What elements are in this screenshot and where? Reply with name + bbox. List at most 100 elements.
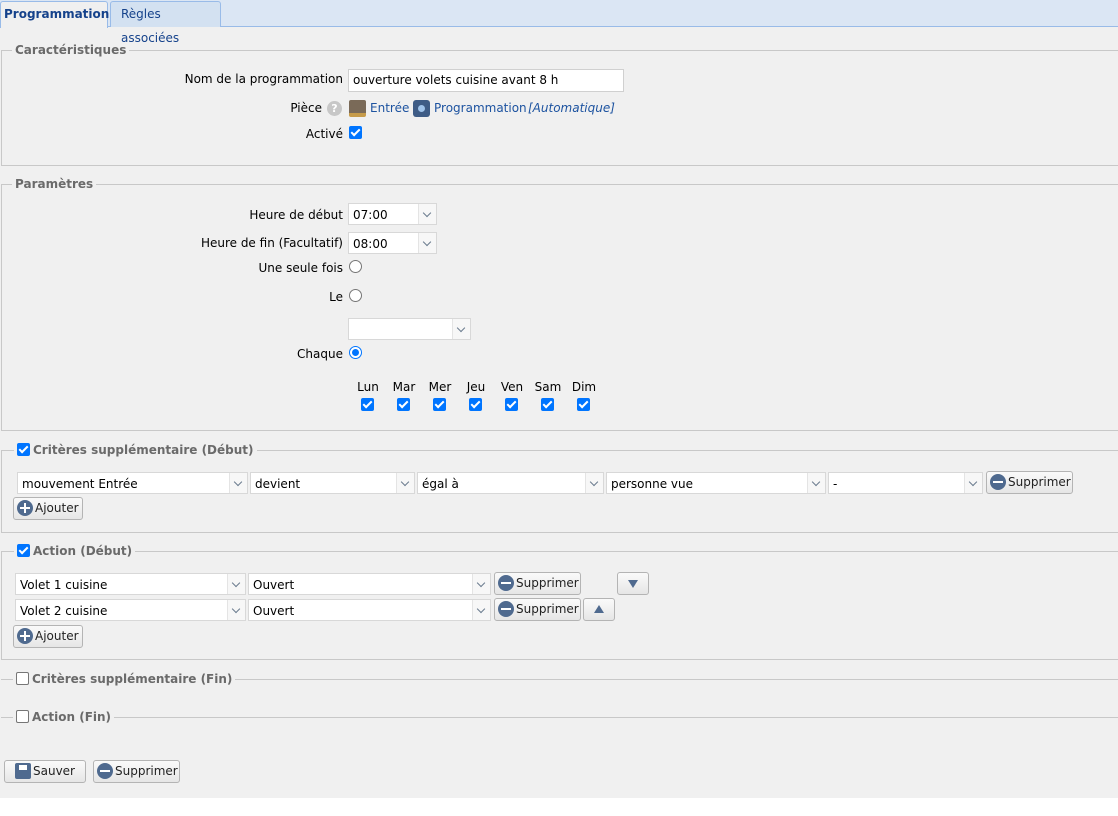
minus-circle-icon (990, 474, 1006, 490)
action-device-select[interactable]: Volet 1 cuisine (15, 573, 246, 595)
fieldset-action-fin: Action (Fin) (1, 709, 1118, 725)
piece-mode-text: [Automatique] (528, 101, 615, 115)
piece-label: Pièce (290, 101, 322, 115)
delete-program-button[interactable]: Supprimer (93, 760, 180, 783)
critere-device-value: mouvement Entrée (22, 477, 138, 491)
action-fin-checkbox[interactable] (16, 710, 29, 723)
une-seule-fois-label: Une seule fois (258, 261, 343, 275)
criteres-fin-legend: Critères supplémentaire (Fin) (13, 671, 236, 687)
nom-input[interactable]: ouverture volets cuisine avant 8 h (348, 69, 624, 92)
critere-add-label: Ajouter (35, 501, 79, 515)
action-delete-button[interactable]: Supprimer (494, 572, 581, 595)
parametres-legend: Paramètres (12, 176, 97, 192)
floppy-disk-icon (15, 763, 31, 779)
heure-fin-label: Heure de fin (Facultatif) (200, 236, 343, 250)
action-fin-legend: Action (Fin) (13, 709, 115, 725)
chevron-down-icon[interactable] (396, 473, 414, 493)
tab-regles-associees[interactable]: Règles associées (110, 1, 221, 45)
day-jeu-checkbox[interactable] (469, 398, 482, 411)
minus-circle-icon (97, 763, 113, 779)
criteres-debut-checkbox[interactable] (17, 443, 30, 456)
critere-value-select[interactable]: personne vue (606, 472, 826, 494)
piece-room-link[interactable]: Entrée (370, 101, 409, 115)
critere-delete-button[interactable]: Supprimer (986, 471, 1073, 494)
chevron-down-icon[interactable] (472, 600, 490, 620)
day-mer-checkbox[interactable] (433, 398, 446, 411)
day-label: Jeu (466, 380, 486, 394)
criteres-fin-checkbox[interactable] (16, 672, 29, 685)
chevron-down-icon[interactable] (807, 473, 825, 493)
action-delete-label: Supprimer (516, 602, 579, 616)
action-state-select[interactable]: Ouvert (248, 573, 491, 595)
tab-bar: Programmation Règles associées (0, 0, 1118, 45)
critere-extra-value: - (833, 477, 838, 491)
move-down-button[interactable] (617, 572, 649, 595)
critere-event-select[interactable]: devient (250, 472, 415, 494)
save-label: Sauver (33, 764, 75, 778)
help-icon[interactable]: ? (327, 101, 342, 116)
action-add-button[interactable]: Ajouter (13, 625, 83, 648)
day-ven-checkbox[interactable] (505, 398, 518, 411)
criteres-fin-title: Critères supplémentaire (Fin) (32, 672, 233, 686)
piece-type-link[interactable]: Programmation (434, 101, 527, 115)
action-device-value: Volet 2 cuisine (20, 604, 108, 618)
chevron-down-icon[interactable] (418, 233, 436, 253)
critere-operator-select[interactable]: égal à (417, 472, 604, 494)
room-entree-icon (349, 100, 366, 117)
arrow-up-icon (594, 605, 604, 613)
chaque-radio[interactable] (349, 346, 362, 359)
heure-debut-value: 07:00 (353, 208, 388, 222)
chevron-down-icon[interactable] (227, 574, 245, 594)
le-date-select[interactable] (348, 318, 471, 340)
chevron-down-icon[interactable] (229, 473, 247, 493)
save-button[interactable]: Sauver (4, 760, 86, 783)
day-mar-checkbox[interactable] (397, 398, 410, 411)
action-delete-button[interactable]: Supprimer (494, 598, 581, 621)
chevron-down-icon[interactable] (452, 319, 470, 339)
nom-label: Nom de la programmation (184, 72, 343, 86)
heure-fin-value: 08:00 (353, 237, 388, 251)
action-state-select[interactable]: Ouvert (248, 599, 491, 621)
chevron-down-icon[interactable] (418, 204, 436, 224)
day-dim-checkbox[interactable] (577, 398, 590, 411)
action-device-select[interactable]: Volet 2 cuisine (15, 599, 246, 621)
heure-debut-select[interactable]: 07:00 (348, 203, 437, 225)
plus-circle-icon (17, 500, 33, 516)
action-delete-label: Supprimer (516, 576, 579, 590)
action-fin-title: Action (Fin) (32, 710, 112, 724)
action-debut-checkbox[interactable] (17, 544, 30, 557)
chevron-down-icon[interactable] (964, 473, 982, 493)
le-radio[interactable] (349, 289, 362, 302)
day-label: Lun (357, 380, 379, 394)
critere-event-value: devient (255, 477, 301, 491)
critere-operator-value: égal à (422, 477, 459, 491)
day-label: Dim (571, 380, 597, 394)
arrow-down-icon (628, 580, 638, 588)
day-label: Sam (534, 380, 562, 394)
critere-delete-label: Supprimer (1008, 475, 1071, 489)
chevron-down-icon[interactable] (227, 600, 245, 620)
plus-circle-icon (17, 628, 33, 644)
action-debut-legend: Action (Début) (14, 543, 136, 559)
action-debut-title: Action (Début) (33, 544, 133, 558)
criteres-debut-title: Critères supplémentaire (Début) (33, 443, 254, 457)
caracteristiques-legend: Caractéristiques (12, 42, 130, 58)
critere-add-button[interactable]: Ajouter (13, 497, 83, 520)
active-checkbox[interactable] (349, 126, 362, 139)
day-sam-checkbox[interactable] (541, 398, 554, 411)
critere-value-value: personne vue (611, 477, 694, 491)
une-seule-fois-radio[interactable] (349, 260, 362, 273)
action-add-label: Ajouter (35, 629, 79, 643)
heure-fin-select[interactable]: 08:00 (348, 232, 437, 254)
critere-device-select[interactable]: mouvement Entrée (17, 472, 248, 494)
chevron-down-icon[interactable] (585, 473, 603, 493)
move-up-button[interactable] (583, 598, 615, 621)
chevron-down-icon[interactable] (472, 574, 490, 594)
critere-extra-select[interactable]: - (828, 472, 983, 494)
minus-circle-icon (498, 575, 514, 591)
tab-programmation[interactable]: Programmation (0, 1, 109, 28)
day-label: Mar (392, 380, 416, 394)
action-state-value: Ouvert (253, 604, 295, 618)
program-editor-panel: Programmation Règles associées Caractéri… (0, 0, 1118, 798)
day-lun-checkbox[interactable] (361, 398, 374, 411)
